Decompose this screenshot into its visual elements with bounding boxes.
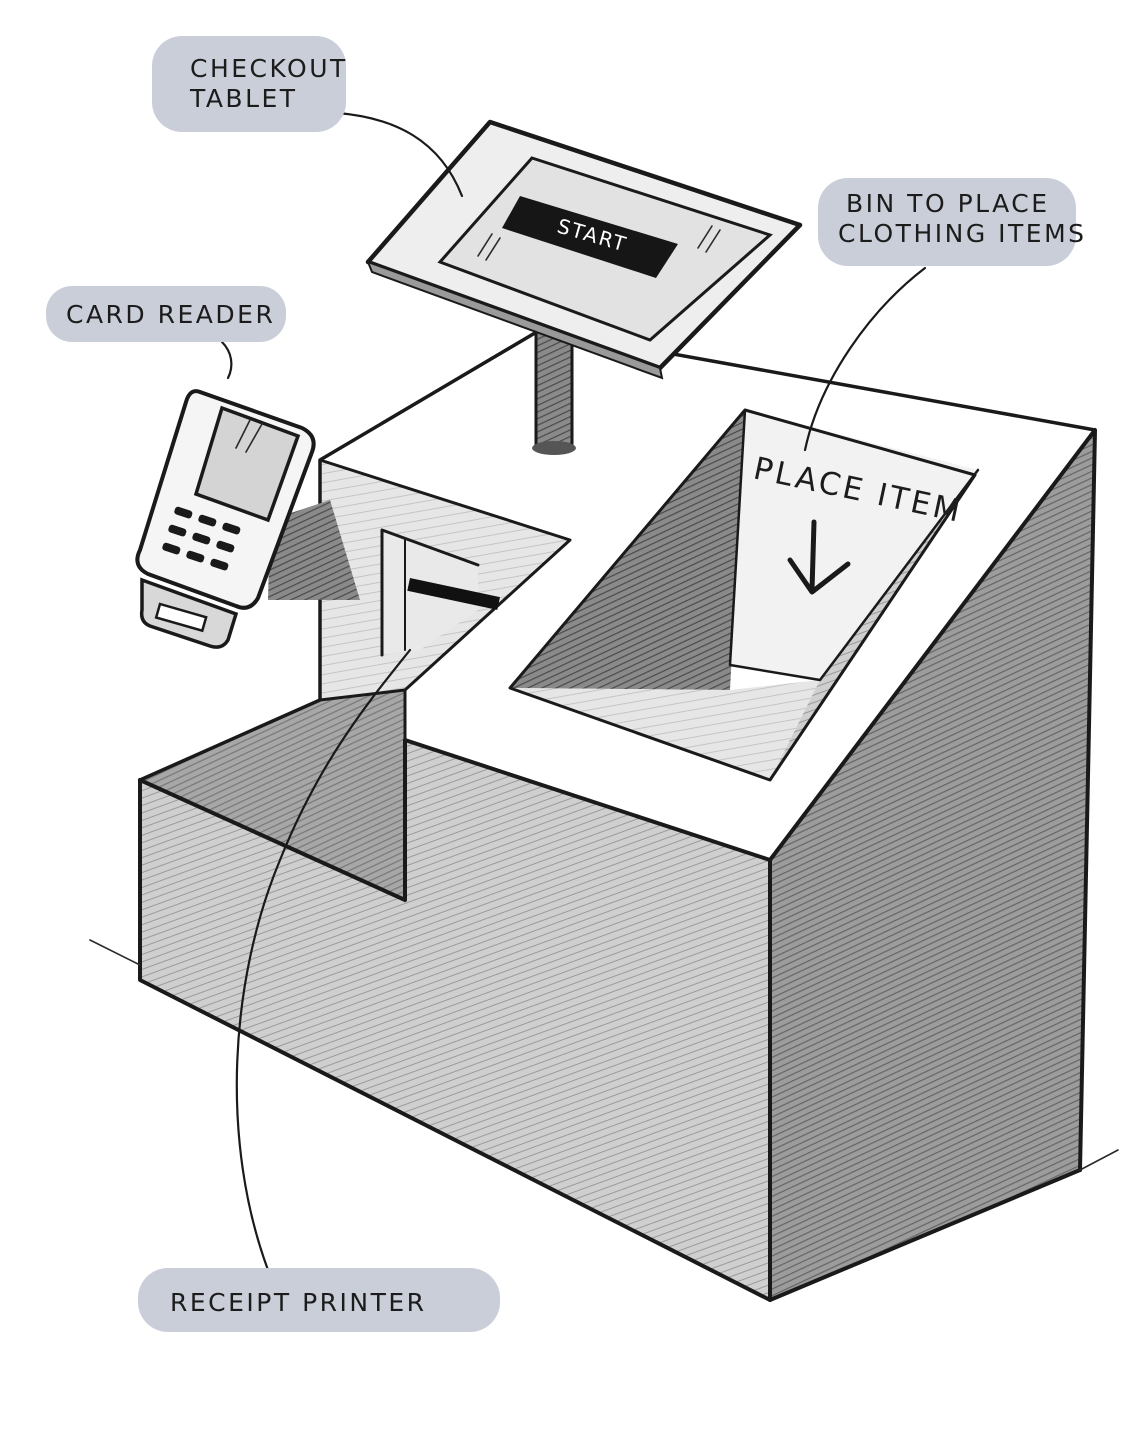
label-receipt-printer: RECEIPT PRINTER xyxy=(138,1268,500,1332)
label-card-reader: CARD READER xyxy=(46,286,286,342)
svg-text:CLOTHING ITEMS: CLOTHING ITEMS xyxy=(838,219,1087,248)
label-checkout-tablet: CHECKOUT TABLET xyxy=(152,36,348,132)
kiosk-sketch-diagram: PLACE ITEM START CHECKOUT TABLET CARD RE… xyxy=(46,36,1119,1332)
svg-text:RECEIPT PRINTER: RECEIPT PRINTER xyxy=(170,1288,427,1317)
label-bin: BIN TO PLACE CLOTHING ITEMS xyxy=(818,178,1087,266)
svg-text:TABLET: TABLET xyxy=(189,84,298,113)
svg-text:BIN TO PLACE: BIN TO PLACE xyxy=(846,189,1050,218)
leader-card-reader xyxy=(220,340,233,380)
svg-text:CHECKOUT: CHECKOUT xyxy=(190,54,348,83)
svg-text:CARD READER: CARD READER xyxy=(66,300,275,329)
